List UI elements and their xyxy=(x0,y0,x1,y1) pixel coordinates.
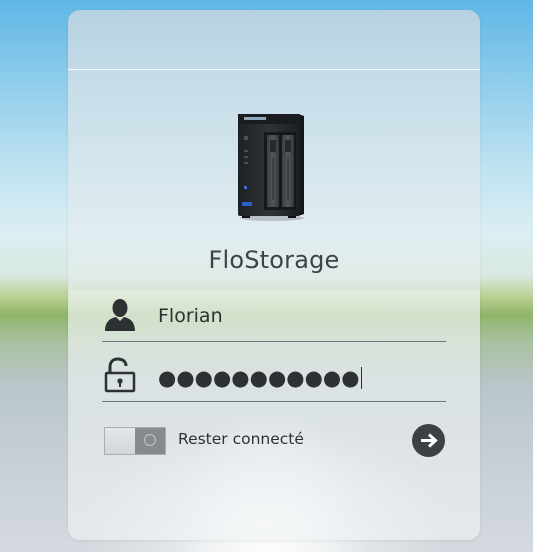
unlocked-padlock-icon xyxy=(102,357,138,393)
login-panel: FloStorage xyxy=(68,10,480,540)
arrow-right-icon xyxy=(421,433,438,448)
device-name: FloStorage xyxy=(208,246,340,274)
user-icon xyxy=(102,297,138,333)
password-value: ●●●●●●●●●●● xyxy=(158,366,362,390)
toggle-knob xyxy=(135,428,165,454)
password-mask: ●●●●●●●●●●● xyxy=(158,366,360,390)
login-submit-button[interactable] xyxy=(412,424,445,457)
text-caret xyxy=(360,367,362,389)
remember-toggle[interactable] xyxy=(104,427,166,455)
remember-label[interactable]: Rester connecté xyxy=(178,430,304,448)
password-field[interactable]: ●●●●●●●●●●● xyxy=(102,351,446,402)
username-field[interactable]: Florian xyxy=(102,291,446,342)
toggle-off-side xyxy=(105,428,135,454)
toggle-knob-circle-icon xyxy=(144,434,156,446)
nas-device-image xyxy=(236,110,308,222)
panel-divider xyxy=(68,69,480,70)
username-value: Florian xyxy=(158,305,223,327)
